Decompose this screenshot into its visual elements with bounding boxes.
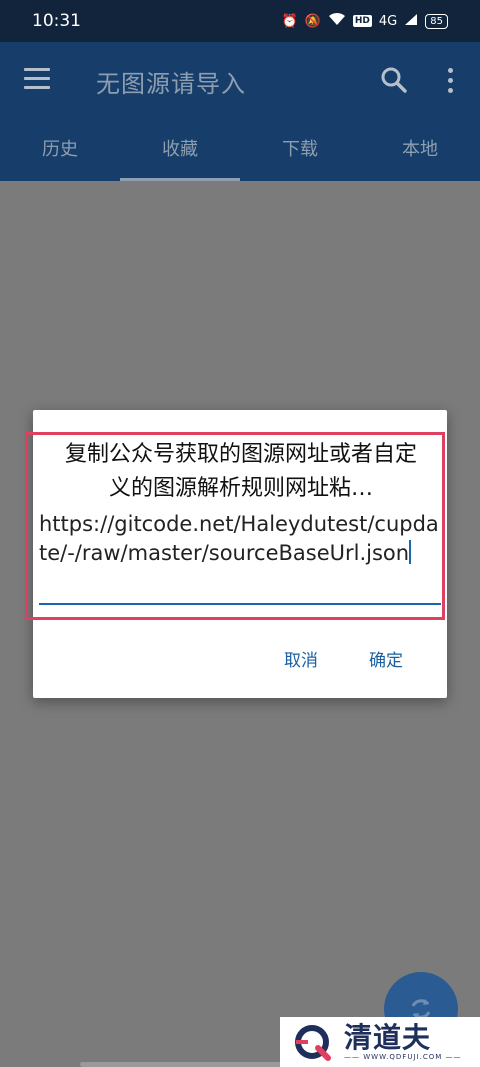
watermark: 清道夫 —— WWW.QDFUJI.COM —— bbox=[280, 1017, 480, 1067]
menu-icon[interactable] bbox=[24, 68, 50, 90]
network-label: 4G bbox=[378, 13, 398, 29]
status-time: 10:31 bbox=[32, 11, 81, 31]
tab-local[interactable]: 本地 bbox=[360, 134, 480, 181]
wifi-icon bbox=[328, 12, 346, 30]
watermark-title: 清道夫 bbox=[344, 1021, 432, 1054]
tab-downloads[interactable]: 下载 bbox=[240, 134, 360, 181]
source-url-input[interactable]: https://gitcode.net/Haleydutest/cupdate/… bbox=[39, 510, 441, 568]
watermark-url: —— WWW.QDFUJI.COM —— bbox=[344, 1053, 462, 1061]
source-url-value[interactable]: https://gitcode.net/Haleydutest/cupdate/… bbox=[39, 512, 439, 565]
dialog-title: 复制公众号获取的图源网址或者自定义的图源解析规则网址粘… bbox=[64, 442, 417, 501]
tab-bar: 历史 收藏 下载 本地 bbox=[0, 134, 480, 181]
cancel-button[interactable]: 取消 bbox=[284, 646, 318, 671]
tab-history[interactable]: 历史 bbox=[0, 134, 120, 181]
signal-icon bbox=[404, 13, 418, 30]
mute-icon: 🔕 bbox=[304, 13, 321, 29]
search-icon[interactable] bbox=[380, 66, 408, 94]
status-bar: 10:31 ⏰ 🔕 HD 4G 85 bbox=[0, 0, 480, 42]
battery-icon: 85 bbox=[425, 13, 448, 29]
alarm-icon: ⏰ bbox=[281, 13, 298, 29]
watermark-logo-icon bbox=[295, 1025, 331, 1061]
confirm-button[interactable]: 确定 bbox=[369, 646, 403, 671]
app-title: 无图源请导入 bbox=[96, 70, 246, 98]
tab-favorites[interactable]: 收藏 bbox=[120, 134, 240, 181]
hd-badge: HD bbox=[352, 15, 372, 27]
more-options-icon[interactable] bbox=[442, 68, 458, 96]
text-caret bbox=[409, 540, 412, 564]
input-underline bbox=[39, 603, 441, 605]
status-icons: ⏰ 🔕 HD 4G 85 bbox=[282, 12, 448, 30]
import-source-dialog: 复制公众号获取的图源网址或者自定义的图源解析规则网址粘… https://git… bbox=[33, 410, 447, 698]
app-bar: 无图源请导入 历史 收藏 下载 本地 bbox=[0, 42, 480, 181]
